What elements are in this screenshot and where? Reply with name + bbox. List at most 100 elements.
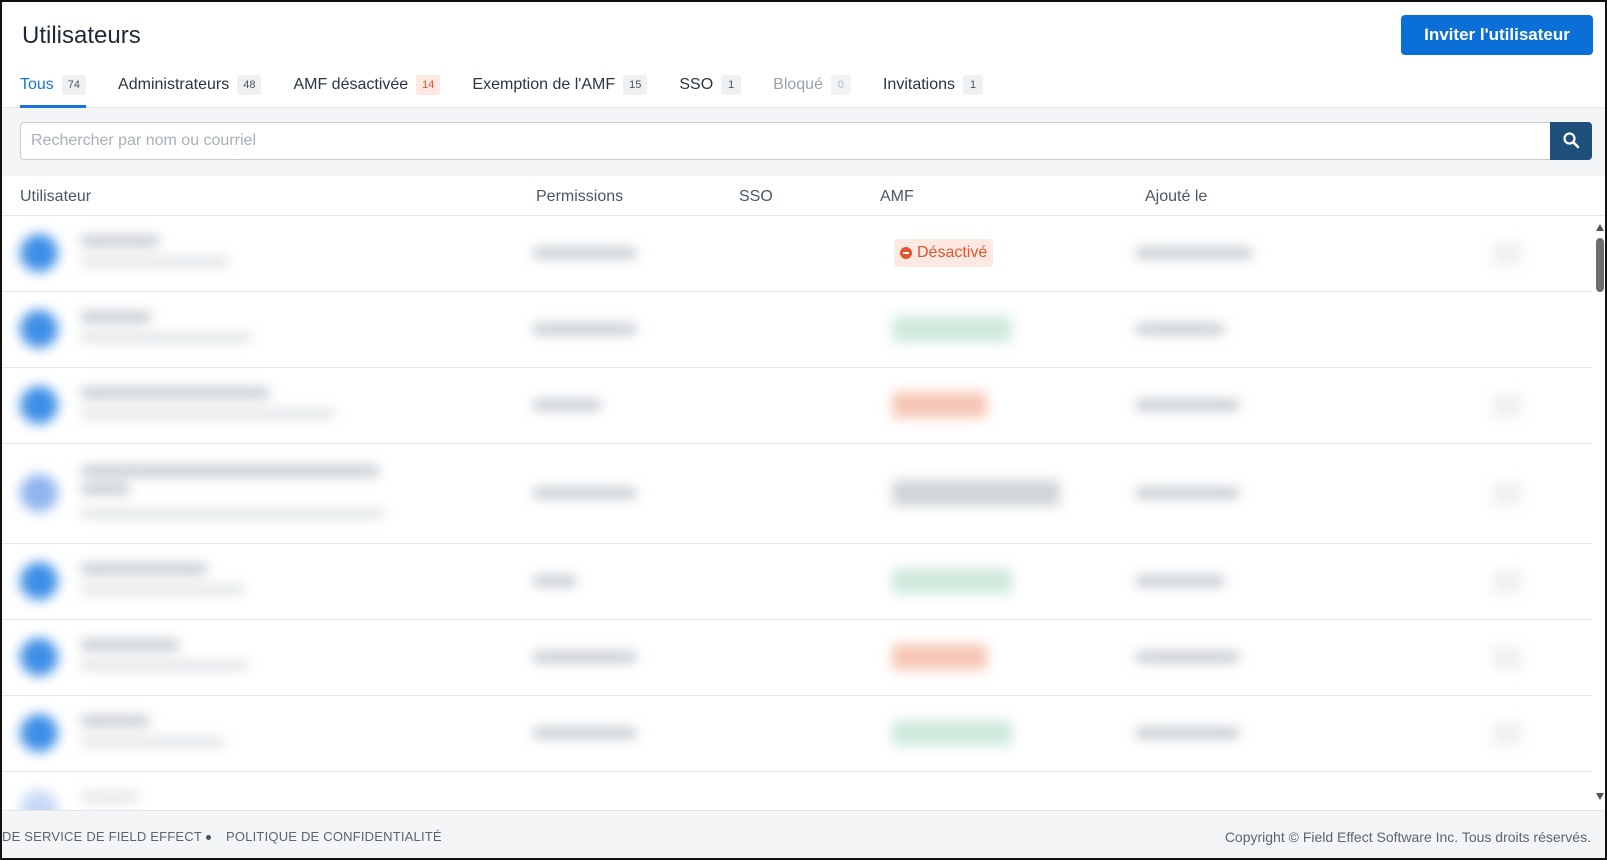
redacted-text: [80, 716, 150, 726]
table-row[interactable]: Désactivé: [2, 216, 1592, 292]
mfa-status-label: Désactivé: [917, 244, 988, 261]
table-row[interactable]: [2, 368, 1592, 444]
avatar: [20, 386, 58, 424]
redacted-text: [80, 466, 380, 476]
column-header-mfa[interactable]: AMF: [880, 188, 914, 206]
tab-invitations[interactable]: Invitations 1: [882, 70, 984, 108]
redacted-text: [80, 586, 245, 593]
search-area: [2, 108, 1605, 176]
redacted-text: [532, 576, 577, 586]
redacted-text: [80, 662, 248, 669]
table-row[interactable]: [2, 292, 1592, 368]
redacted-text: [1135, 248, 1253, 258]
row-actions[interactable]: [1492, 722, 1522, 746]
redacted-text: [1135, 488, 1240, 498]
avatar: [20, 234, 58, 272]
tab-label: Exemption de l'AMF: [472, 76, 616, 93]
redacted-text: [80, 564, 208, 574]
tab-label: Invitations: [882, 76, 956, 93]
tab-administrators[interactable]: Administrateurs 48: [118, 70, 262, 108]
avatar: [20, 474, 58, 512]
redacted-text: [1135, 576, 1225, 586]
row-actions[interactable]: [1492, 482, 1522, 506]
user-table-body: Désactivé: [2, 216, 1592, 810]
footer-separator: [206, 835, 211, 840]
tab-label: SSO: [679, 76, 714, 93]
tab-label: Administrateurs: [118, 76, 230, 93]
tab-mfa-disabled[interactable]: AMF désactivée 14: [293, 70, 441, 108]
row-actions[interactable]: [1492, 646, 1522, 670]
tab-all[interactable]: Tous 74: [20, 70, 87, 108]
redacted-text: [80, 258, 230, 265]
tab-count-badge: 14: [416, 75, 441, 95]
page-title: Utilisateurs: [22, 22, 141, 49]
redacted-text: [80, 334, 252, 341]
tab-count-badge: 1: [721, 75, 742, 95]
mfa-status-badge: [892, 316, 1012, 342]
scroll-down-arrow-icon[interactable]: [1596, 793, 1604, 800]
tab-label: Tous: [20, 76, 54, 93]
search-button[interactable]: [1550, 122, 1592, 160]
column-header-user[interactable]: Utilisateur: [20, 188, 91, 206]
tab-count-badge: 1: [963, 75, 984, 95]
tab-mfa-exemption[interactable]: Exemption de l'AMF 15: [472, 70, 648, 108]
avatar: [20, 562, 58, 600]
redacted-text: [532, 488, 637, 498]
column-header-permissions[interactable]: Permissions: [536, 188, 623, 206]
tab-count-badge: 15: [623, 75, 648, 95]
privacy-policy-link[interactable]: POLITIQUE DE CONFIDENTIALITÉ: [226, 829, 442, 844]
table-row[interactable]: [2, 772, 1592, 810]
avatar: [20, 790, 58, 810]
invite-user-button[interactable]: Inviter l'utilisateur: [1401, 15, 1593, 55]
redacted-text: [1135, 324, 1225, 334]
search-input[interactable]: [20, 122, 1550, 160]
redacted-text: [80, 510, 385, 517]
redacted-text: [532, 652, 637, 662]
tab-bar: Tous 74 Administrateurs 48 AMF désactivé…: [20, 68, 1015, 108]
redacted-text: [532, 324, 637, 334]
table-scrollbar[interactable]: [1592, 216, 1605, 810]
mfa-status-badge: [892, 480, 1060, 506]
table-row[interactable]: [2, 544, 1592, 620]
scroll-thumb[interactable]: [1596, 238, 1604, 292]
tab-label: Bloqué: [773, 76, 823, 93]
mfa-status-badge: [892, 392, 987, 418]
redacted-text: [80, 792, 140, 802]
minus-circle-icon: [900, 247, 912, 259]
row-actions[interactable]: [1492, 242, 1522, 266]
redacted-text: [80, 640, 180, 650]
tab-sso[interactable]: SSO 1: [679, 70, 742, 108]
table-row[interactable]: [2, 696, 1592, 772]
terms-of-service-link[interactable]: DE SERVICE DE FIELD EFFECT: [2, 829, 202, 844]
tab-count-badge: 74: [61, 75, 87, 95]
redacted-text: [80, 484, 130, 494]
redacted-text: [80, 312, 152, 322]
column-header-sso[interactable]: SSO: [739, 188, 773, 206]
avatar: [20, 638, 58, 676]
tab-blocked[interactable]: Bloqué 0: [773, 70, 851, 108]
page-footer: DE SERVICE DE FIELD EFFECT POLITIQUE DE …: [2, 810, 1605, 858]
row-actions[interactable]: [1492, 394, 1522, 418]
table-row[interactable]: [2, 620, 1592, 696]
redacted-text: [80, 236, 160, 246]
mfa-status-badge: Désactivé: [894, 239, 994, 267]
app-window: Utilisateurs Inviter l'utilisateur Tous …: [0, 0, 1607, 860]
search-icon: [1562, 131, 1580, 152]
table-row[interactable]: [2, 444, 1592, 544]
page-header: Utilisateurs Inviter l'utilisateur Tous …: [2, 2, 1605, 108]
row-actions[interactable]: [1492, 570, 1522, 594]
avatar: [20, 310, 58, 348]
avatar: [20, 714, 58, 752]
redacted-text: [80, 410, 335, 417]
mfa-status-badge: [892, 720, 1012, 746]
redacted-text: [80, 738, 225, 745]
tab-count-badge: 0: [830, 75, 851, 95]
column-header-added-on[interactable]: Ajouté le: [1145, 188, 1207, 206]
copyright-text: Copyright © Field Effect Software Inc. T…: [1224, 829, 1591, 845]
mfa-status-badge: [892, 644, 987, 670]
mfa-status-badge: [892, 568, 1012, 594]
redacted-text: [532, 728, 637, 738]
redacted-text: [80, 388, 270, 398]
table-header: Utilisateur Permissions SSO AMF Ajouté l…: [2, 176, 1605, 216]
scroll-up-arrow-icon[interactable]: [1596, 224, 1604, 231]
